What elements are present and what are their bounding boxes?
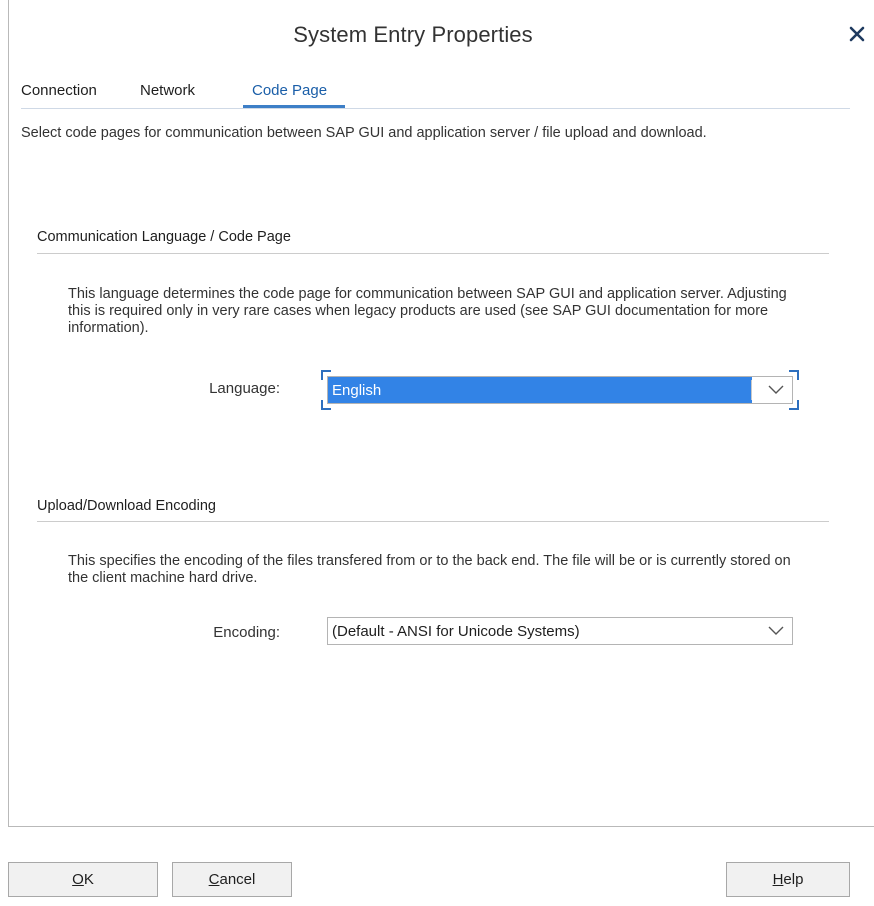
focus-corner-bottom-right: [789, 400, 799, 410]
communication-description: This language determines the code page f…: [68, 286, 787, 336]
cancel-button-mnemonic: C: [208, 871, 220, 888]
tab-bar: Connection Network Code Page: [21, 82, 850, 110]
cancel-button[interactable]: Cancel: [172, 862, 292, 897]
ok-button-label: K: [83, 871, 94, 888]
system-entry-properties-dialog: System Entry Properties Connection Netwo…: [0, 0, 874, 906]
language-selected-value: English: [328, 377, 752, 403]
help-button-label: elp: [783, 871, 804, 888]
encoding-label: Encoding:: [213, 624, 280, 641]
language-select[interactable]: English: [327, 376, 793, 404]
ok-button[interactable]: OK: [8, 862, 158, 897]
tab-code-page[interactable]: Code Page: [252, 82, 327, 99]
close-icon[interactable]: [849, 26, 865, 42]
tab-connection[interactable]: Connection: [21, 82, 97, 99]
cancel-button-label: ancel: [219, 871, 256, 888]
focus-corner-bottom-left: [321, 400, 331, 410]
chevron-down-icon: [768, 626, 784, 635]
dialog-left-border: [8, 0, 9, 826]
language-select-divider: [751, 380, 752, 400]
ok-button-mnemonic: O: [72, 871, 84, 888]
footer-separator: [8, 826, 874, 827]
dialog-title: System Entry Properties: [293, 22, 533, 47]
tab-bar-baseline: [21, 108, 850, 109]
communication-section-divider: [37, 253, 829, 254]
language-label: Language:: [209, 380, 280, 397]
help-button[interactable]: Help: [726, 862, 850, 897]
tab-network[interactable]: Network: [140, 82, 195, 99]
encoding-description: This specifies the encoding of the files…: [68, 553, 791, 586]
encoding-select[interactable]: (Default - ANSI for Unicode Systems): [327, 617, 793, 645]
communication-section-title: Communication Language / Code Page: [37, 229, 291, 245]
chevron-down-icon: [768, 385, 784, 394]
encoding-section-divider: [37, 521, 829, 522]
focus-corner-top-right: [789, 370, 799, 380]
encoding-selected-value: (Default - ANSI for Unicode Systems): [332, 622, 580, 640]
intro-text: Select code pages for communication betw…: [21, 125, 707, 141]
encoding-section-title: Upload/Download Encoding: [37, 498, 216, 514]
active-tab-indicator: [243, 105, 345, 108]
focus-corner-top-left: [321, 370, 331, 380]
help-button-mnemonic: H: [772, 871, 784, 888]
